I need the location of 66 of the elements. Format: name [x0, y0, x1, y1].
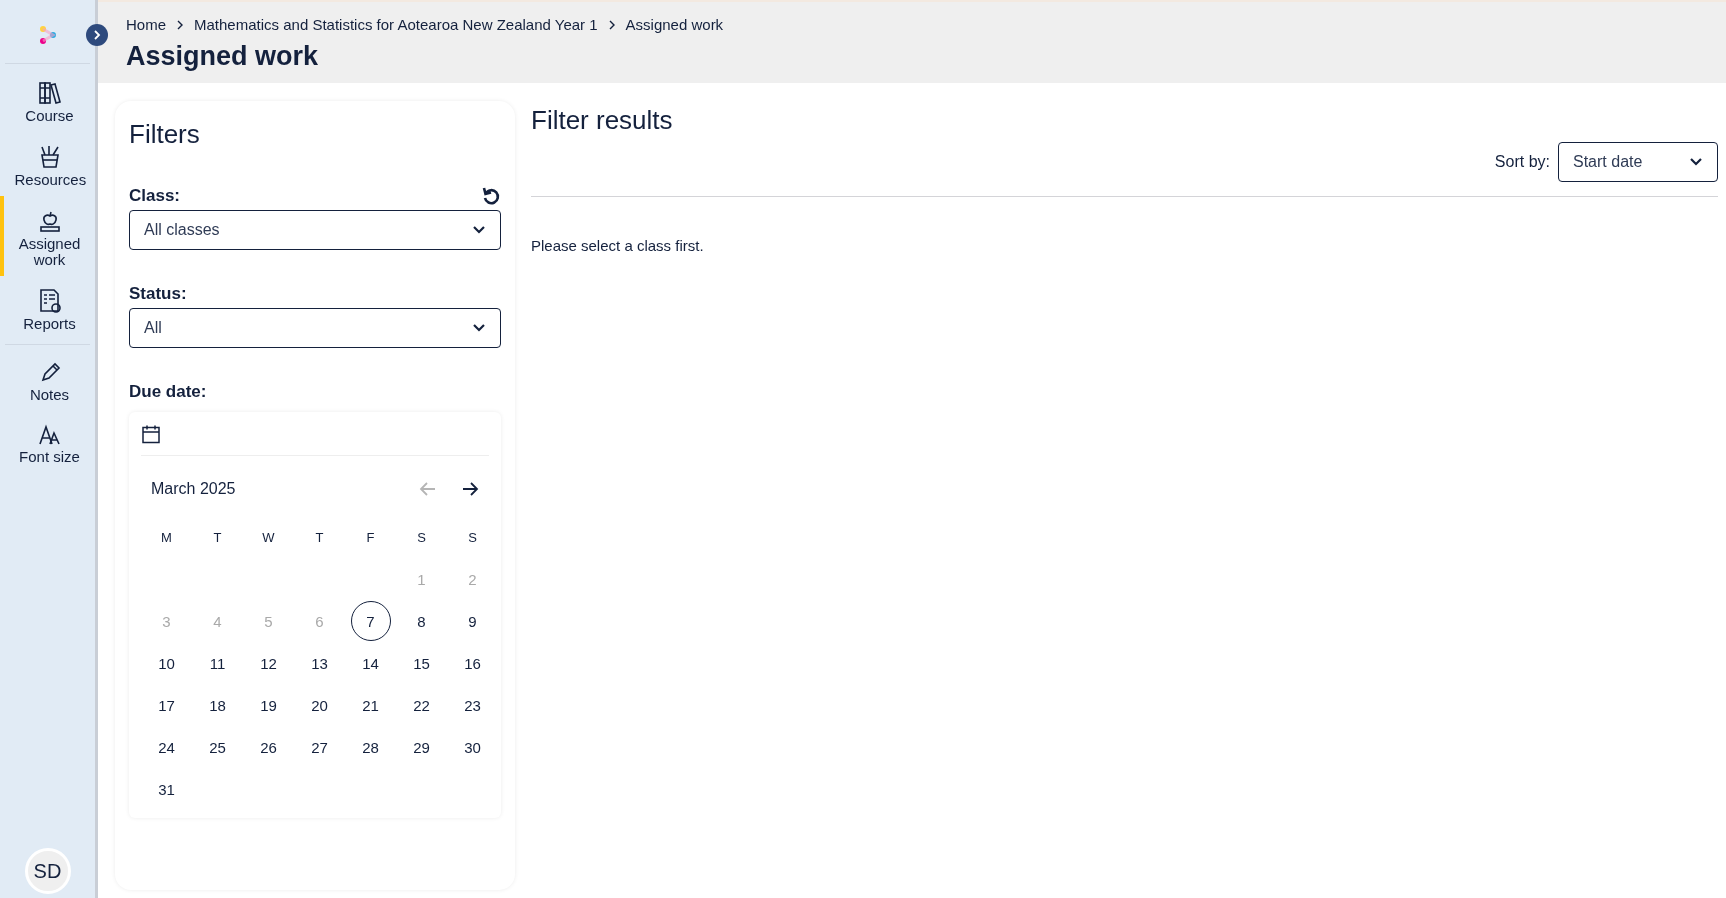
field-label: Status:	[129, 284, 187, 304]
breadcrumb-link[interactable]: Home	[126, 16, 166, 33]
calendar-icon[interactable]	[141, 424, 161, 444]
weekday-label: W	[262, 529, 275, 545]
page-title: Assigned work	[126, 41, 320, 72]
books-icon	[36, 80, 63, 106]
next-month-icon[interactable]	[461, 481, 479, 497]
chevron-right-icon	[91, 29, 103, 41]
results-title: Filter results	[531, 105, 674, 136]
dropdown-field[interactable]: All classes	[129, 210, 501, 250]
font-size-icon	[37, 423, 62, 447]
nav-item[interactable]: Resources	[0, 132, 95, 196]
nav-item[interactable]: Reports	[0, 276, 95, 340]
calendar-day[interactable]: 10	[146, 643, 187, 683]
calendar-day[interactable]: 23	[452, 685, 493, 725]
breadcrumb-link[interactable]: Assigned work	[625, 16, 724, 33]
reset-icon[interactable]	[481, 186, 501, 206]
calendar-day[interactable]: 29	[401, 727, 442, 767]
nav-item[interactable]: Course	[0, 68, 95, 132]
calendar-day[interactable]: 27	[299, 727, 340, 767]
calendar-day[interactable]: 19	[248, 685, 289, 725]
calendar-day[interactable]: 21	[350, 685, 391, 725]
calendar-day[interactable]: 26	[248, 727, 289, 767]
breadcrumb-link[interactable]: Mathematics and Statistics for Aotearoa New Zealand Year 1	[194, 16, 598, 33]
calendar-day[interactable]: 16	[452, 643, 493, 683]
calendar-day[interactable]: 24	[146, 727, 187, 767]
weekday-label: S	[468, 529, 477, 545]
chevron-down-icon	[1689, 157, 1703, 167]
chevron-icon	[176, 19, 184, 30]
calendar-day[interactable]: 31	[146, 769, 187, 809]
sort-dropdown[interactable]: Start date	[1558, 142, 1718, 182]
weekday-label: M	[161, 529, 172, 545]
calendar-day[interactable]: 30	[452, 727, 493, 767]
calendar-day[interactable]: 11	[197, 643, 238, 683]
calendar-day[interactable]: 18	[197, 685, 238, 725]
user-avatar[interactable]: SD	[24, 848, 71, 894]
weekday-label: T	[315, 529, 324, 545]
field-label: Class:	[129, 186, 181, 206]
calendar-day[interactable]: 14	[350, 643, 391, 683]
weekday-label: S	[417, 529, 426, 545]
filters-title: Filters	[129, 119, 201, 150]
calendar-day[interactable]: 15	[401, 643, 442, 683]
weekday-label: F	[366, 529, 375, 545]
calendar-day[interactable]: 28	[350, 727, 391, 767]
calendar-day[interactable]: 9	[452, 601, 493, 641]
expand-button[interactable]	[86, 24, 108, 46]
calendar-day[interactable]: 22	[401, 685, 442, 725]
weekday-label: T	[213, 529, 222, 545]
calendar-day[interactable]: 12	[248, 643, 289, 683]
chevron-down-icon	[472, 225, 486, 235]
calendar-day[interactable]: 8	[401, 601, 442, 641]
empty-message: Please select a class first.	[531, 237, 705, 254]
dropdown-field[interactable]: All	[129, 308, 501, 348]
calendar-day[interactable]: 17	[146, 685, 187, 725]
tool-item[interactable]: Notes	[0, 349, 95, 411]
calendar-day[interactable]: 13	[299, 643, 340, 683]
sort-label: Sort by:	[1494, 153, 1550, 171]
chevron-down-icon	[472, 323, 486, 333]
calendar-day[interactable]: 25	[197, 727, 238, 767]
month-label: March 2025	[151, 480, 236, 498]
tool-item[interactable]: Font size	[0, 411, 95, 473]
nav-item[interactable]: Assigned work	[0, 196, 95, 276]
calendar-day[interactable]: 20	[299, 685, 340, 725]
chevron-icon	[607, 19, 616, 30]
logo-icon	[37, 25, 58, 45]
field-label: Due date:	[129, 382, 208, 402]
